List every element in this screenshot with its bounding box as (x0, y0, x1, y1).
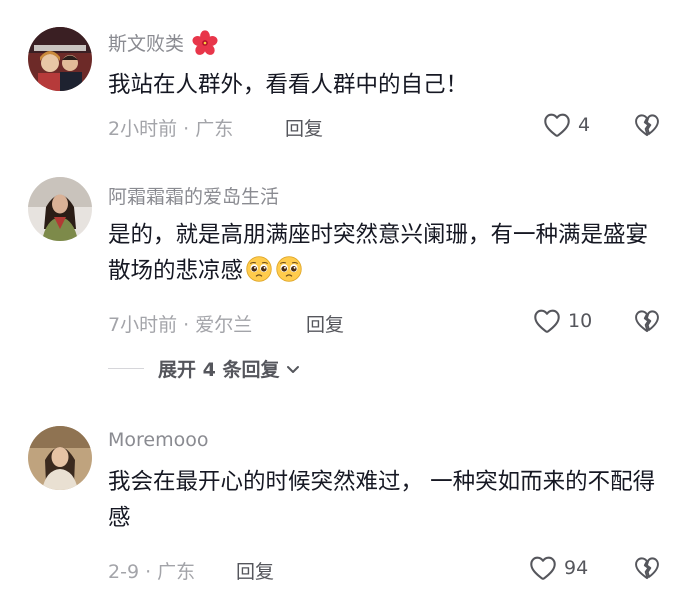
reply-button[interactable]: 回复 (306, 310, 344, 337)
broken-heart-icon[interactable] (633, 554, 661, 582)
broken-heart-icon[interactable] (633, 111, 661, 139)
like-count: 4 (578, 114, 591, 136)
chevron-down-icon (287, 365, 300, 373)
pleading-face-icon (245, 255, 273, 283)
username-text: 斯文败类 (108, 33, 185, 55)
avatar-photo-icon (28, 177, 92, 241)
username[interactable]: 斯文败类 (108, 29, 218, 56)
expand-replies-button[interactable]: 展开 4 条回复 (108, 355, 301, 382)
avatar-photo-icon (28, 27, 92, 91)
username[interactable]: Moremooo (108, 429, 208, 451)
hibiscus-icon (192, 30, 218, 55)
expand-replies-label: 展开 4 条回复 (158, 359, 280, 381)
avatar[interactable] (28, 177, 92, 241)
comment-meta: 7小时前 · 爱尔兰 (108, 314, 253, 336)
reply-button[interactable]: 回复 (285, 114, 323, 141)
username[interactable]: 阿霜霜霜的爱岛生活 (108, 182, 279, 209)
pleading-face-icon (275, 255, 303, 283)
comment-meta: 2小时前 · 广东 (108, 118, 234, 140)
comment-text-body: 是的，就是高朋满座时突然意兴阑珊，有一种满是盛宴散场的悲凉感 (108, 222, 649, 284)
reply-button[interactable]: 回复 (236, 557, 274, 584)
avatar[interactable] (28, 426, 92, 490)
heart-icon (542, 110, 572, 140)
comment-text: 我站在人群外，看看人群中的自己！ (108, 72, 469, 98)
comment-text: 我会在最开心的时候突然难过， 一种突如而来的不配得感 (108, 469, 656, 531)
heart-icon (532, 306, 562, 336)
like-count: 94 (564, 557, 589, 579)
like-count: 10 (568, 310, 593, 332)
divider (108, 368, 144, 369)
comment-text: 是的，就是高朋满座时突然意兴阑珊，有一种满是盛宴散场的悲凉感 (108, 217, 668, 289)
like-button[interactable]: 4 (542, 110, 590, 140)
avatar[interactable] (28, 27, 92, 91)
broken-heart-icon[interactable] (633, 307, 661, 335)
like-button[interactable]: 94 (528, 553, 588, 583)
heart-icon (528, 553, 558, 583)
comment-meta: 2-9 · 广东 (108, 561, 196, 583)
avatar-photo-icon (28, 426, 92, 490)
like-button[interactable]: 10 (532, 306, 592, 336)
